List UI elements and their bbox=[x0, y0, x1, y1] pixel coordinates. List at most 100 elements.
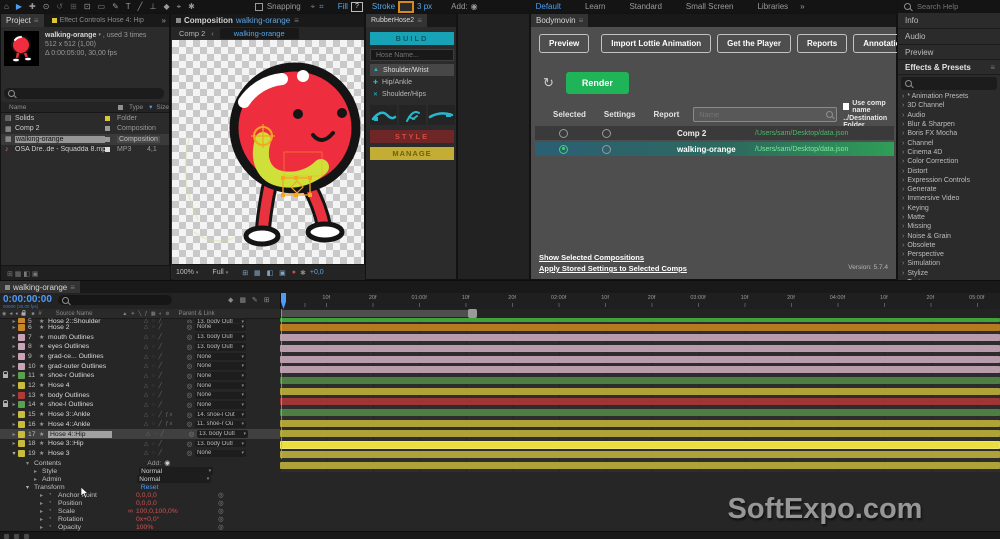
layer-label-chip[interactable] bbox=[18, 318, 25, 323]
pickwhip-icon[interactable]: ◎ bbox=[218, 515, 224, 523]
rotation-tool-icon[interactable]: ↺ bbox=[56, 2, 63, 11]
project-search-input[interactable] bbox=[18, 88, 142, 99]
footer-toggle-icon-3[interactable] bbox=[24, 533, 29, 539]
project-item-label[interactable]: Comp 2 bbox=[15, 125, 105, 132]
selected-radio[interactable] bbox=[559, 144, 568, 154]
panel-menu-icon[interactable]: ≡ bbox=[579, 16, 584, 25]
layer-bar[interactable] bbox=[280, 318, 1000, 322]
layer-row[interactable]: ▸ 13 ★ body Outlines △ ◌ ╱ ◎ None ▾ bbox=[0, 390, 280, 400]
eraser-tool-icon[interactable]: ◆ bbox=[163, 2, 169, 11]
twirl-icon[interactable]: ▾ bbox=[26, 460, 34, 467]
layer-label-chip[interactable] bbox=[18, 391, 25, 399]
parent-dropdown[interactable]: 14. shoe-l Out ▾ bbox=[195, 410, 246, 419]
layer-row[interactable]: ▸ 18 ★ Hose 3::Hip △ ◌ ╱ ◎ 13. body Outl… bbox=[0, 439, 280, 449]
refresh-icon[interactable]: ↻ bbox=[543, 75, 554, 91]
snap-option2-icon[interactable]: ⌗ bbox=[319, 2, 324, 12]
admin-blend-dropdown[interactable]: Normal ▾ bbox=[137, 474, 212, 484]
layer-name[interactable]: shoe-l Outlines bbox=[48, 401, 144, 408]
tab-timeline-walking-orange[interactable]: walking-orange ≡ bbox=[0, 281, 80, 293]
project-item-label[interactable]: Solids bbox=[15, 115, 105, 122]
label-chip[interactable] bbox=[105, 126, 110, 132]
work-area-strip[interactable] bbox=[280, 309, 1000, 318]
layer-row[interactable]: ▸ 10 ★ grad-outer Outlines △ ◌ ╱ ◎ None ▾ bbox=[0, 361, 280, 371]
twirl-icon[interactable]: ▸ bbox=[40, 516, 48, 523]
project-row-selected[interactable]: ▦ walking-orange Composition bbox=[1, 134, 169, 145]
help-search[interactable] bbox=[898, 0, 1000, 13]
layer-name[interactable]: eyes Outlines bbox=[48, 343, 144, 350]
parent-dropdown[interactable]: None ▾ bbox=[195, 362, 246, 370]
project-item-name[interactable]: walking-orange bbox=[45, 31, 96, 40]
layer-name[interactable]: Hose 4 bbox=[48, 382, 144, 389]
layer-switches[interactable]: △ ◌ ╱ bbox=[144, 363, 184, 369]
layer-name[interactable]: Hose 2::Shoulder bbox=[48, 318, 144, 323]
parent-dropdown[interactable]: None ▾ bbox=[195, 401, 246, 409]
category-row[interactable]: › Obsolete bbox=[898, 241, 1000, 250]
snap-option-icon[interactable]: ⌖ bbox=[311, 2, 316, 12]
panel-menu-icon[interactable]: ≡ bbox=[294, 16, 299, 25]
pickwhip-icon[interactable]: ◎ bbox=[218, 499, 224, 507]
stopwatch-icon[interactable]: ◔ bbox=[48, 508, 58, 514]
layer-name[interactable]: Hose 4::Ankle bbox=[48, 421, 144, 428]
opacity-label[interactable]: Opacity bbox=[58, 524, 136, 531]
layer-bar[interactable] bbox=[280, 355, 1000, 363]
category-row[interactable]: › Immersive Video bbox=[898, 194, 1000, 203]
layer-bar[interactable] bbox=[280, 430, 1000, 438]
layer-row[interactable]: ▸ 5 ★ Hose 2::Shoulder △ ◌ ╱ ◎ 13. body … bbox=[0, 318, 280, 323]
project-item-label[interactable]: walking-orange bbox=[15, 135, 105, 143]
layer-switches[interactable]: △ ◌ ╱ bbox=[144, 334, 184, 340]
layer-label-chip[interactable] bbox=[18, 440, 25, 448]
layer-label-chip[interactable] bbox=[18, 430, 25, 438]
layer-switches[interactable]: △ ◌ ╱ ƒx bbox=[144, 412, 184, 418]
label-chip[interactable] bbox=[105, 115, 110, 121]
project-footer-icons[interactable]: ⊞ ▦ ◧ ▣ bbox=[7, 270, 39, 278]
stopwatch-icon[interactable]: ◔ bbox=[48, 492, 58, 498]
transform-reset-link[interactable]: Reset bbox=[141, 484, 159, 491]
project-row[interactable]: ▤ Solids Folder bbox=[1, 113, 169, 124]
layer-bar[interactable] bbox=[280, 419, 1000, 427]
layer-name[interactable]: grad-ce... Outlines bbox=[48, 353, 144, 360]
twirl-icon[interactable]: ▸ bbox=[34, 468, 42, 475]
parent-dropdown[interactable]: 13. body Outl ▾ bbox=[195, 439, 246, 448]
admin-group-label[interactable]: Admin bbox=[42, 476, 61, 483]
layer-row[interactable]: ▾ 19 ★ Hose 3 △ ◌ ╱ ◎ None ▾ bbox=[0, 449, 280, 459]
panel-menu-icon[interactable]: ≡ bbox=[34, 16, 39, 25]
plus-icon[interactable]: ✚ bbox=[373, 79, 378, 86]
category-row[interactable]: › Simulation bbox=[898, 259, 1000, 268]
chevron-down-icon[interactable]: ▾ bbox=[98, 31, 101, 40]
stroke-swatch[interactable] bbox=[398, 0, 415, 13]
timeline-toolbar-icons[interactable]: ◆ ▦ ✎ ⊞ bbox=[228, 296, 272, 304]
layer-switches[interactable]: △ ◌ ╱ bbox=[144, 318, 184, 323]
add-icon[interactable]: ◉ bbox=[471, 2, 478, 11]
import-lottie-button[interactable]: Import Lottie Animation bbox=[601, 34, 712, 53]
parent-dropdown[interactable]: None ▾ bbox=[195, 391, 246, 399]
layer-name[interactable]: Hose 3::Ankle bbox=[48, 411, 144, 418]
layer-switches[interactable]: △ ◌ ╱ ƒx bbox=[144, 421, 184, 427]
pickwhip-icon[interactable]: ◎ bbox=[184, 420, 195, 428]
layer-row-selected[interactable]: ▸ 17 ★ Hose 4::Hip △ ◌ ╱ ◎ 13. body Outl… bbox=[0, 429, 280, 439]
work-area-end-handle[interactable] bbox=[468, 309, 477, 318]
category-row[interactable]: › * Animation Presets bbox=[898, 92, 1000, 101]
pickwhip-icon[interactable]: ◎ bbox=[184, 333, 195, 341]
category-row[interactable]: › Missing bbox=[898, 222, 1000, 231]
layer-name[interactable]: Hose 2 bbox=[48, 324, 144, 331]
channel-wheel-icon[interactable]: ● bbox=[292, 269, 296, 276]
category-row[interactable]: › Distort bbox=[898, 166, 1000, 175]
layer-switches[interactable]: △ ◌ ╱ bbox=[144, 324, 184, 330]
layer-name[interactable]: Hose 3::Hip bbox=[48, 440, 144, 447]
view-option-icons[interactable]: ⊞ ▦ ◧ ▣ bbox=[242, 269, 288, 277]
layer-row[interactable]: ▸ 7 ★ mouth Outlines △ ◌ ╱ ◎ 13. body Ou… bbox=[0, 332, 280, 342]
fill-swatch[interactable]: ? bbox=[350, 1, 363, 12]
twirl-icon[interactable]: ▾ bbox=[26, 484, 34, 491]
footer-toggle-icon-2[interactable] bbox=[14, 533, 19, 539]
rotobrush-tool-icon[interactable]: ⌖ bbox=[177, 2, 182, 12]
layer-bar[interactable] bbox=[280, 462, 1000, 470]
layer-name[interactable]: Hose 3 bbox=[48, 450, 144, 457]
parent-dropdown[interactable]: None ▾ bbox=[195, 381, 246, 390]
opacity-value[interactable]: 100% bbox=[136, 524, 153, 531]
category-row[interactable]: › Blur & Sharpen bbox=[898, 120, 1000, 129]
layer-bar[interactable] bbox=[280, 398, 1000, 406]
workspace-small-screen[interactable]: Small Screen bbox=[686, 2, 734, 11]
scale-value[interactable]: 100,0,100,0% bbox=[136, 508, 178, 515]
transform-group-label[interactable]: Transform bbox=[34, 484, 65, 491]
anchor-point-label[interactable]: Anchor Point bbox=[58, 492, 136, 499]
